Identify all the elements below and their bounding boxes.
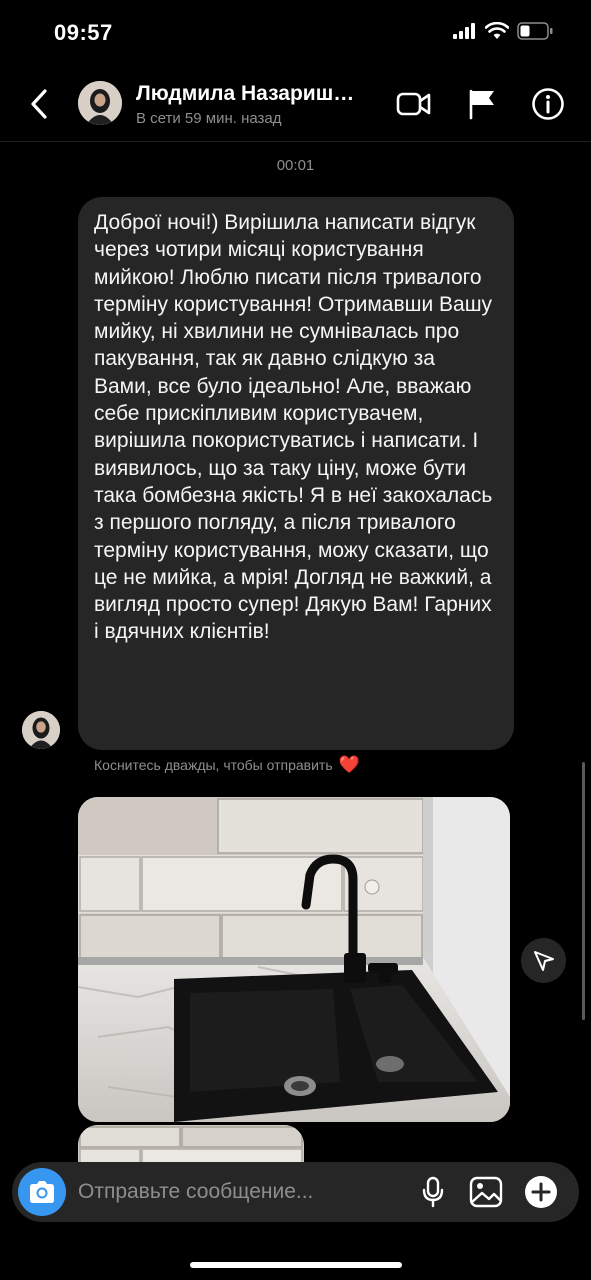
info-icon xyxy=(532,88,564,120)
message-input[interactable] xyxy=(78,1180,378,1204)
contact-avatar[interactable] xyxy=(78,81,122,125)
flag-icon xyxy=(469,89,494,120)
microphone-icon xyxy=(422,1176,444,1208)
video-call-button[interactable] xyxy=(394,84,434,124)
heart-icon: ❤️ xyxy=(338,755,360,774)
report-button[interactable] xyxy=(462,84,502,124)
camera-button[interactable] xyxy=(18,1168,66,1216)
message-composer xyxy=(12,1162,579,1222)
chevron-left-icon xyxy=(31,89,47,119)
status-time: 09:57 xyxy=(54,20,113,45)
gallery-icon xyxy=(469,1176,503,1208)
cellular-signal-icon xyxy=(453,23,475,39)
message-timestamp: 00:01 xyxy=(276,157,315,174)
send-icon xyxy=(533,950,554,971)
status-icons xyxy=(453,22,553,40)
avatar-image xyxy=(78,81,122,125)
add-button[interactable] xyxy=(523,1174,559,1210)
sender-avatar[interactable] xyxy=(22,711,60,749)
plus-circle-icon xyxy=(525,1176,557,1208)
battery-icon xyxy=(517,22,553,40)
sink-photo xyxy=(78,797,510,1122)
info-button[interactable] xyxy=(528,84,568,124)
voice-message-button[interactable] xyxy=(415,1174,451,1210)
contact-status: В сети 59 мин. назад xyxy=(136,110,282,127)
back-button[interactable] xyxy=(22,84,56,124)
gallery-button[interactable] xyxy=(468,1174,504,1210)
double-tap-hint: Коснитесь дважды, чтобы отправить ❤️ xyxy=(94,755,360,775)
wifi-icon xyxy=(485,22,509,39)
double-tap-hint-text: Коснитесь дважды, чтобы отправить xyxy=(94,757,333,773)
status-bar: 09:57 xyxy=(0,0,591,66)
message-bubble[interactable]: Доброї ночі!) Вирішила написати відгук ч… xyxy=(78,197,514,750)
avatar-image xyxy=(22,711,60,749)
camera-icon xyxy=(30,1181,54,1203)
scrollbar[interactable] xyxy=(582,762,585,1020)
contact-name[interactable]: Людмила Назариш… xyxy=(136,82,381,106)
video-call-icon xyxy=(396,92,431,116)
photo-message[interactable] xyxy=(78,797,510,1122)
home-indicator xyxy=(190,1262,402,1268)
chat-header: Людмила Назариш… В сети 59 мин. назад xyxy=(0,66,591,142)
forward-button[interactable] xyxy=(521,938,566,983)
